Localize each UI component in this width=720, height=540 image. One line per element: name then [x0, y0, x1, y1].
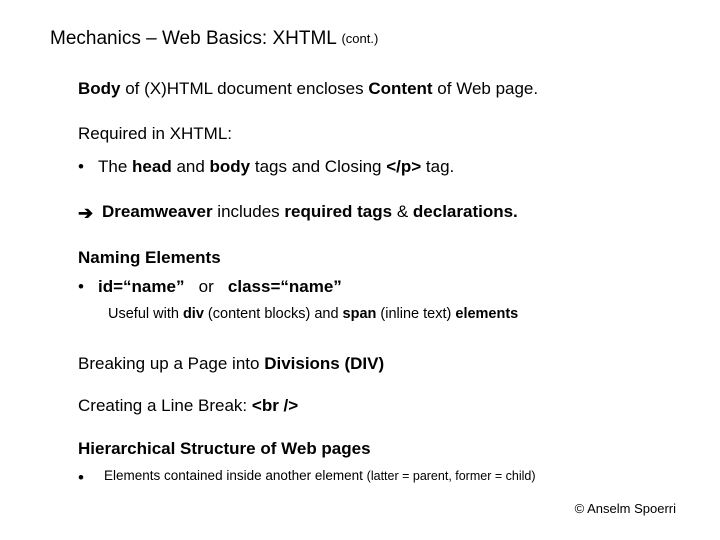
- text-bold: declarations.: [413, 202, 518, 221]
- slide: Mechanics – Web Basics: XHTML (cont.) Bo…: [0, 0, 720, 540]
- text-bold: Naming Elements: [78, 248, 221, 267]
- bullet-item: • The head and body tags and Closing </p…: [78, 156, 680, 179]
- text-bold: Content: [368, 79, 432, 98]
- text: Useful with: [108, 306, 183, 322]
- text: of (X)HTML document encloses: [121, 79, 369, 98]
- text: of Web page.: [433, 79, 539, 98]
- bullet-text: Elements contained inside another elemen…: [104, 467, 536, 490]
- text: Elements contained inside another elemen…: [104, 468, 367, 483]
- text: tag.: [421, 157, 454, 176]
- text: © Anselm Spoerri: [575, 501, 676, 516]
- text: tags and Closing: [250, 157, 386, 176]
- slide-title: Mechanics – Web Basics: XHTML (cont.): [50, 28, 680, 50]
- text: and: [172, 157, 210, 176]
- text-bold: Dreamweaver: [102, 202, 213, 221]
- text: &: [392, 202, 413, 221]
- text: The: [98, 157, 132, 176]
- copyright: © Anselm Spoerri: [575, 501, 676, 516]
- text-bold: id=“name”: [98, 277, 184, 296]
- text-bold: Hierarchical Structure of Web pages: [78, 439, 371, 458]
- arrow-icon: ➔: [78, 201, 102, 225]
- text: Creating a Line Break:: [78, 396, 252, 415]
- title-cont: (cont.): [341, 31, 378, 46]
- text: Required in XHTML:: [78, 124, 232, 143]
- body-line: Body of (X)HTML document encloses Conten…: [78, 78, 680, 101]
- text: or: [184, 277, 227, 296]
- bullet-item: • id=“name” or class=“name”: [78, 276, 680, 299]
- bullet-item: • Elements contained inside another elem…: [78, 467, 680, 490]
- text: Breaking up a Page into: [78, 354, 264, 373]
- text-bold: Divisions (DIV): [264, 354, 384, 373]
- sub-line: Useful with div (content blocks) and spa…: [108, 305, 680, 325]
- text-bold: head: [132, 157, 172, 176]
- text-bold: span: [343, 306, 377, 322]
- text-bold: elements: [455, 306, 518, 322]
- text-bold: body: [210, 157, 251, 176]
- bullet-icon: •: [78, 276, 98, 299]
- text-bold: <br />: [252, 396, 298, 415]
- text-bold: Body: [78, 79, 121, 98]
- text-bold: required tags: [284, 202, 392, 221]
- bullet-icon: •: [78, 156, 98, 179]
- bullet-text: id=“name” or class=“name”: [98, 276, 342, 299]
- text: (inline text): [376, 306, 455, 322]
- text: (latter = parent, former = child): [367, 469, 536, 483]
- required-line: Required in XHTML:: [78, 123, 680, 146]
- bullet-text: The head and body tags and Closing </p> …: [98, 156, 454, 179]
- title-main: Mechanics – Web Basics: XHTML: [50, 28, 336, 49]
- arrow-text: Dreamweaver includes required tags & dec…: [102, 201, 518, 225]
- text: (content blocks) and: [204, 306, 343, 322]
- naming-heading: Naming Elements: [78, 247, 680, 270]
- text-bold: class=“name”: [228, 277, 342, 296]
- text-bold: </p>: [386, 157, 421, 176]
- divisions-line: Breaking up a Page into Divisions (DIV): [78, 353, 680, 376]
- hier-heading: Hierarchical Structure of Web pages: [78, 438, 680, 461]
- text-bold: div: [183, 306, 204, 322]
- linebreak-line: Creating a Line Break: <br />: [78, 395, 680, 418]
- bullet-icon: •: [78, 467, 104, 490]
- text: includes: [213, 202, 285, 221]
- arrow-item: ➔ Dreamweaver includes required tags & d…: [78, 201, 680, 225]
- slide-body: Body of (X)HTML document encloses Conten…: [78, 78, 680, 490]
